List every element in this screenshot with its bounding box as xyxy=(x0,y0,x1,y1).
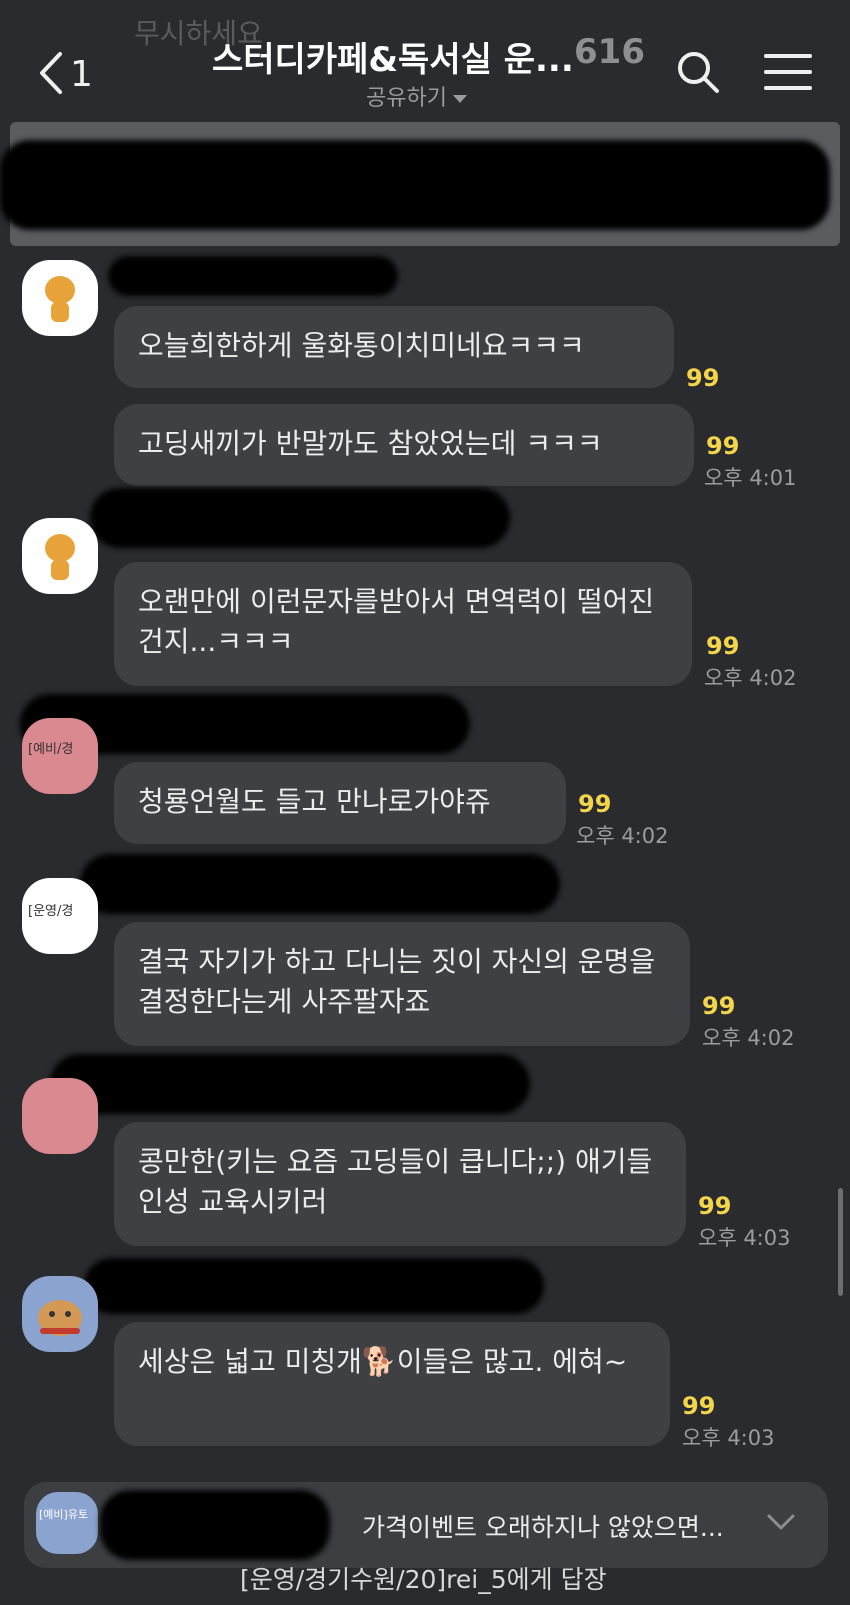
back-unread-count: 1 xyxy=(70,54,93,95)
avatar-label: [운영/경 xyxy=(28,904,74,919)
avatar[interactable] xyxy=(22,518,98,594)
redaction-mark xyxy=(50,1054,530,1114)
redaction-mark xyxy=(0,140,830,230)
redaction-mark xyxy=(90,488,510,548)
reply-preview-text: 가격이벤트 오래하지나 않았으면... xyxy=(362,1513,724,1542)
search-button[interactable] xyxy=(676,50,720,94)
dog-character-icon xyxy=(38,1300,82,1336)
search-icon xyxy=(678,52,719,93)
caret-down-icon xyxy=(452,95,467,103)
unread-count: 99 xyxy=(686,364,720,392)
character-icon xyxy=(45,276,75,322)
timestamp: 오후 4:02 xyxy=(702,1026,795,1050)
chevron-left-icon xyxy=(40,52,62,94)
character-icon xyxy=(45,534,75,580)
avatar-label: [예비]유토 xyxy=(39,1508,89,1521)
unread-count: 99 xyxy=(682,1392,716,1420)
share-label: 공유하기 xyxy=(366,86,447,111)
message-bubble[interactable]: 콩만한(키는 요즘 고딩들이 큽니다;;) 애기들 인성 교육시키러 xyxy=(114,1122,686,1246)
timestamp: 오후 4:03 xyxy=(682,1426,775,1450)
back-button[interactable]: 1 xyxy=(36,50,96,96)
timestamp: 오후 4:02 xyxy=(704,666,797,690)
avatar: [예비]유토 xyxy=(36,1492,98,1554)
redaction-mark xyxy=(84,1258,544,1314)
unread-count: 99 xyxy=(706,632,740,660)
reply-preview-banner[interactable]: [예비]유토 가격이벤트 오래하지나 않았으면... xyxy=(24,1482,828,1568)
message-bubble[interactable]: 결국 자기가 하고 다니는 짓이 자신의 운명을 결정한다는게 사주팔자죠 xyxy=(114,922,690,1046)
avatar[interactable]: [운영/경 xyxy=(22,878,98,954)
chevron-down-icon[interactable] xyxy=(766,1512,796,1532)
unread-count: 99 xyxy=(706,432,740,460)
timestamp: 오후 4:02 xyxy=(576,824,669,848)
avatar-label: [예비/경 xyxy=(28,742,74,757)
timestamp: 오후 4:01 xyxy=(704,466,797,490)
unread-count: 99 xyxy=(702,992,736,1020)
unread-count: 99 xyxy=(698,1192,732,1220)
member-count: 616 xyxy=(574,32,645,72)
redaction-mark xyxy=(100,1490,330,1560)
message-bubble[interactable]: 청룡언월도 들고 만나로가야쥬 xyxy=(114,762,566,844)
hamburger-menu-icon xyxy=(764,54,812,90)
redaction-mark xyxy=(80,854,560,914)
scrollbar[interactable] xyxy=(838,1188,843,1296)
message-bubble[interactable]: 오랜만에 이런문자를받아서 면역력이 떨어진건지...ㅋㅋㅋ xyxy=(114,562,692,686)
share-dropdown[interactable]: 공유하기 xyxy=(366,80,467,112)
menu-button[interactable] xyxy=(764,52,812,92)
message-bubble[interactable]: 고딩새끼가 반말까도 참았었는데 ㅋㅋㅋ xyxy=(114,404,694,486)
reply-target-label: [운영/경기수원/20]rei_5에게 답장 xyxy=(240,1565,607,1594)
unread-count: 99 xyxy=(578,790,612,818)
redaction-mark xyxy=(108,256,398,296)
avatar[interactable]: [예비/경 xyxy=(22,718,98,794)
avatar[interactable] xyxy=(22,1078,98,1154)
message-bubble[interactable]: 오늘희한하게 울화통이치미네요ㅋㅋㅋ xyxy=(114,306,674,388)
avatar[interactable] xyxy=(22,1276,98,1352)
avatar[interactable] xyxy=(22,260,98,336)
timestamp: 오후 4:03 xyxy=(698,1226,791,1250)
chat-header: 1 스터디카페&독서실 운... 616 공유하기 xyxy=(0,0,850,120)
chat-title[interactable]: 스터디카페&독서실 운... xyxy=(212,32,574,81)
message-bubble[interactable]: 세상은 넓고 미칭개🐕이들은 많고. 에혀~ xyxy=(114,1322,670,1446)
